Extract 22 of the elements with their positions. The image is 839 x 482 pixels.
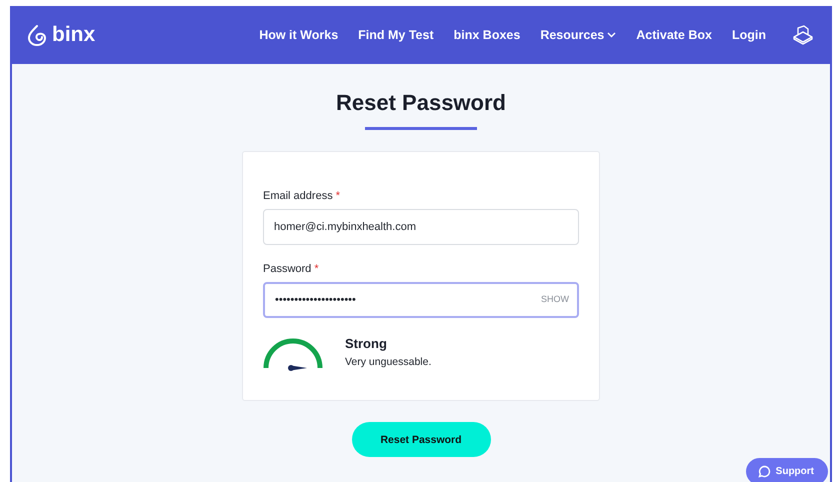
- field-label: Email address *: [263, 190, 342, 202]
- reset-password-button[interactable]: Reset Password: [352, 422, 490, 457]
- nav-link[interactable]: Activate Box: [636, 28, 712, 42]
- chat-bubble-icon: [758, 465, 771, 478]
- logo-text: binx: [52, 23, 96, 47]
- nav-link[interactable]: Find My Test: [358, 28, 434, 42]
- nav-link[interactable]: binx Boxes: [454, 28, 520, 42]
- chevron-down-icon: [607, 32, 616, 38]
- nav-link[interactable]: How it Works: [259, 28, 338, 42]
- strength-label: Strong: [345, 336, 388, 351]
- drop-swirl-icon: [26, 24, 48, 46]
- strength-description: Very unguessable.: [345, 356, 432, 368]
- nav-link[interactable]: Resources: [540, 28, 616, 42]
- nav-link[interactable]: Login: [732, 28, 766, 42]
- field-label: Password *: [263, 263, 320, 275]
- support-button[interactable]: Support: [746, 458, 828, 482]
- gauge-needle-icon: [288, 365, 307, 371]
- show-toggle[interactable]: SHOW: [541, 294, 569, 304]
- page-title: Reset Password: [336, 90, 506, 116]
- logo[interactable]: binx: [26, 23, 96, 47]
- input-field[interactable]: homer@ci.mybinxhealth.com: [263, 209, 579, 245]
- box-icon[interactable]: [792, 25, 814, 45]
